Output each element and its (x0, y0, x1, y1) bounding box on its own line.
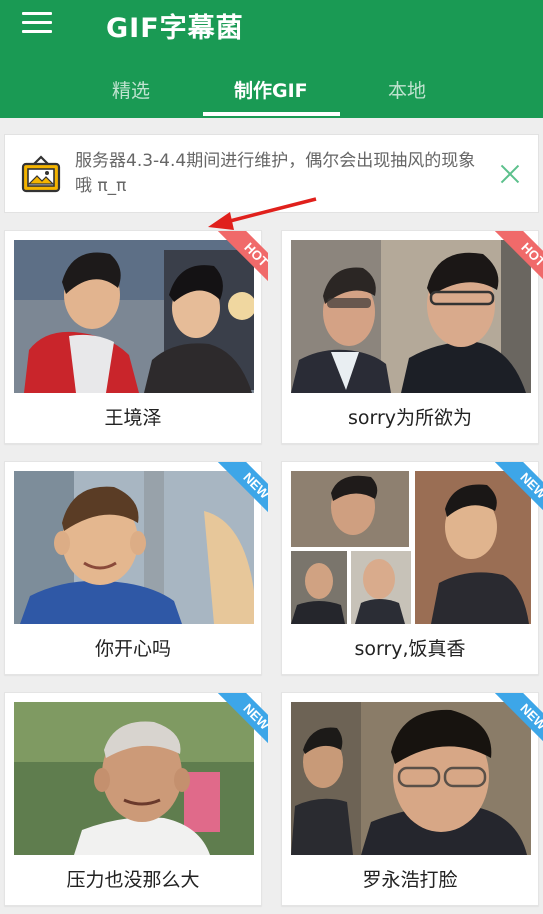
template-caption: 你开心吗 (94, 638, 171, 660)
tab-local[interactable]: 本地 (388, 76, 426, 103)
app-header: GIF字幕菌 精选 制作GIF 本地 (0, 0, 543, 118)
hot-badge: HOT (479, 231, 543, 297)
app-title: GIF字幕菌 (106, 13, 244, 44)
image-frame-icon (21, 155, 61, 193)
template-caption: sorry为所欲为 (347, 407, 473, 429)
template-card[interactable]: NEW 你开心吗 (4, 461, 268, 675)
notice-text: 服务器4.3-4.4期间进行维护，偶尔会出现抽风的现象哦 π_π (75, 151, 476, 196)
tab-indicator (203, 112, 340, 116)
template-card[interactable]: HOT 王境泽 (4, 230, 268, 444)
template-card[interactable]: NEW sorry,饭真香 (281, 461, 543, 675)
template-caption: sorry,饭真香 (354, 638, 466, 660)
template-caption: 罗永浩打脸 (362, 869, 458, 891)
new-badge: NEW (479, 462, 543, 528)
template-caption: 压力也没那么大 (66, 869, 200, 891)
hot-badge: HOT (202, 231, 268, 297)
template-caption: 王境泽 (104, 407, 162, 429)
new-badge: NEW (202, 462, 268, 528)
new-badge: NEW (202, 693, 268, 759)
template-card[interactable]: NEW 罗永浩打脸 (281, 692, 543, 906)
template-card[interactable]: HOT sorry为所欲为 (281, 230, 543, 444)
close-icon[interactable] (499, 163, 521, 185)
notice-banner: 服务器4.3-4.4期间进行维护，偶尔会出现抽风的现象哦 π_π (4, 134, 539, 213)
template-card[interactable]: NEW 压力也没那么大 (4, 692, 268, 906)
tab-make-gif[interactable]: 制作GIF (234, 76, 308, 103)
menu-icon[interactable] (22, 12, 54, 34)
tab-featured[interactable]: 精选 (112, 76, 150, 103)
tab-bar: 精选 制作GIF 本地 (0, 62, 543, 116)
new-badge: NEW (479, 693, 543, 759)
